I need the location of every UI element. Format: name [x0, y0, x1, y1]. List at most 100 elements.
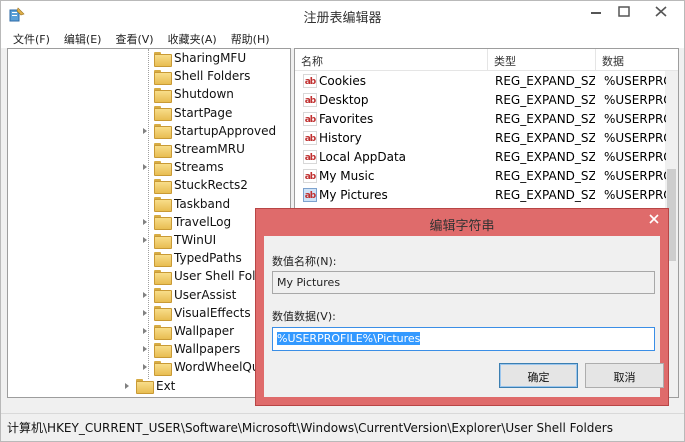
- expand-arrow-icon[interactable]: [141, 322, 151, 340]
- dialog-body: 数值名称(N): My Pictures 数值数据(V): %USERPROFI…: [264, 236, 664, 397]
- expand-arrow-icon[interactable]: [141, 340, 151, 358]
- value-type-cell: REG_EXPAND_SZ: [495, 112, 595, 126]
- edit-string-dialog: 编辑字符串 数值名称(N): My Pictures 数值数据(V): %USE…: [255, 208, 669, 406]
- dialog-title[interactable]: 编辑字符串: [256, 209, 668, 235]
- tree-item[interactable]: Wallpapers: [141, 340, 240, 358]
- folder-icon: [154, 160, 172, 176]
- expand-arrow-icon[interactable]: [141, 158, 151, 176]
- tree-item-label: Ext: [156, 378, 176, 393]
- expand-arrow-icon: [141, 104, 151, 122]
- tree-item[interactable]: Shutdown: [141, 85, 234, 103]
- close-icon: [649, 214, 659, 224]
- tree-item[interactable]: TravelLog: [141, 213, 231, 231]
- folder-icon: [154, 124, 172, 140]
- menu-file[interactable]: 文件(F): [1, 30, 57, 48]
- string-value-icon: ab: [303, 188, 317, 202]
- menu-edit[interactable]: 编辑(E): [57, 30, 109, 48]
- maximize-icon: [618, 6, 630, 17]
- tree-item-label: SharingMFU: [174, 51, 247, 65]
- tree-item[interactable]: Streams: [141, 158, 224, 176]
- tree-item-label: TWinUI: [174, 233, 217, 247]
- expand-arrow-icon[interactable]: [141, 122, 151, 140]
- tree-item[interactable]: Taskband: [141, 195, 230, 213]
- expand-arrow-icon[interactable]: [123, 377, 133, 395]
- tree-item[interactable]: UserAssist: [141, 286, 236, 304]
- tree-item-label: Streams: [174, 160, 224, 175]
- tree-item[interactable]: StuckRects2: [141, 176, 248, 194]
- close-button[interactable]: [638, 1, 684, 23]
- folder-icon: [154, 51, 172, 67]
- folder-icon: [154, 87, 172, 103]
- expand-arrow-icon[interactable]: [141, 304, 151, 322]
- expand-arrow-icon[interactable]: [141, 231, 151, 249]
- folder-icon: [154, 233, 172, 249]
- tree-item-label: StreamMRU: [174, 142, 245, 156]
- title-bar[interactable]: 注册表编辑器: [1, 1, 684, 30]
- value-name-cell: Favorites: [319, 112, 374, 126]
- value-data-input[interactable]: %USERPROFILE%\Pictures: [272, 327, 655, 351]
- tree-item[interactable]: StartPage: [141, 104, 232, 122]
- list-row[interactable]: ab Desktop REG_EXPAND_SZ %USERPRO: [295, 91, 678, 110]
- tree-item[interactable]: Ext: [123, 377, 175, 395]
- maximize-button[interactable]: [610, 1, 638, 23]
- expand-arrow-icon[interactable]: [141, 213, 151, 231]
- expand-arrow-icon: [141, 49, 151, 67]
- cancel-button[interactable]: 取消: [585, 363, 664, 388]
- menu-help[interactable]: 帮助(H): [224, 30, 277, 48]
- tree-item-label: Wallpapers: [174, 342, 241, 357]
- expand-arrow-icon[interactable]: [141, 358, 151, 376]
- list-row[interactable]: ab Local AppData REG_EXPAND_SZ %USERPRO: [295, 148, 678, 167]
- tree-item[interactable]: SharingMFU: [141, 49, 246, 67]
- tree-item-label: Shell Folders: [174, 69, 251, 84]
- folder-icon: [154, 106, 172, 122]
- value-data-cell: %USERPRO: [604, 131, 666, 145]
- string-value-icon: ab: [303, 150, 317, 164]
- value-data-label: 数值数据(V):: [272, 310, 336, 323]
- folder-icon: [154, 251, 172, 267]
- ok-button[interactable]: 确定: [499, 363, 578, 388]
- list-row[interactable]: ab History REG_EXPAND_SZ %USERPRO: [295, 129, 678, 148]
- tree-item[interactable]: Wallpaper: [141, 322, 234, 340]
- list-row[interactable]: ab My Pictures REG_EXPAND_SZ %USERPRO: [295, 186, 678, 205]
- value-type-cell: REG_EXPAND_SZ: [495, 93, 595, 107]
- tree-item-label: StuckRects2: [174, 178, 248, 193]
- list-row[interactable]: ab My Music REG_EXPAND_SZ %USERPRO: [295, 167, 678, 186]
- value-data-cell: %USERPRO: [604, 169, 666, 183]
- value-type-cell: REG_EXPAND_SZ: [495, 150, 595, 164]
- list-row[interactable]: ab Cookies REG_EXPAND_SZ %USERPRO: [295, 72, 678, 91]
- value-type-cell: REG_EXPAND_SZ: [495, 131, 595, 145]
- tree-item[interactable]: TWinUI: [141, 231, 216, 249]
- tree-item[interactable]: User Shell Folde: [141, 267, 270, 285]
- column-name[interactable]: 名称: [295, 49, 488, 71]
- expand-arrow-icon: [141, 140, 151, 158]
- tree-item[interactable]: StartupApproved: [141, 122, 276, 140]
- tree-item[interactable]: StreamMRU: [141, 140, 245, 158]
- window-controls: [582, 1, 684, 23]
- column-type[interactable]: 类型: [488, 49, 596, 71]
- dialog-close-button[interactable]: [640, 209, 668, 229]
- value-name-field: My Pictures: [272, 271, 655, 294]
- expand-arrow-icon: [141, 176, 151, 194]
- tree-item[interactable]: TypedPaths: [141, 249, 242, 267]
- menu-view[interactable]: 查看(V): [108, 30, 160, 48]
- minimize-button[interactable]: [582, 1, 610, 23]
- string-value-icon: ab: [303, 131, 317, 145]
- tree-item[interactable]: Shell Folders: [141, 67, 250, 85]
- column-data[interactable]: 数据: [596, 49, 678, 71]
- list-row[interactable]: ab Favorites REG_EXPAND_SZ %USERPRO: [295, 110, 678, 129]
- string-value-icon: ab: [303, 93, 317, 107]
- registry-tree[interactable]: SharingMFU Shell Folders Shutdown StartPage…: [7, 48, 291, 398]
- tree-item-label: Shutdown: [174, 87, 234, 102]
- tree-item[interactable]: WordWheelQue: [141, 358, 267, 376]
- folder-icon: [154, 288, 172, 304]
- status-path: 计算机\HKEY_CURRENT_USER\Software\Microsoft…: [7, 421, 613, 435]
- value-name-cell: My Music: [319, 169, 375, 183]
- folder-icon: [154, 360, 172, 376]
- value-data-cell: %USERPRO: [604, 150, 666, 164]
- value-type-cell: REG_EXPAND_SZ: [495, 188, 595, 202]
- value-name-cell: My Pictures: [319, 188, 388, 202]
- expand-arrow-icon[interactable]: [141, 286, 151, 304]
- menu-favorites[interactable]: 收藏夹(A): [161, 30, 224, 48]
- tree-item[interactable]: VisualEffects: [141, 304, 251, 322]
- status-bar: 计算机\HKEY_CURRENT_USER\Software\Microsoft…: [1, 413, 684, 441]
